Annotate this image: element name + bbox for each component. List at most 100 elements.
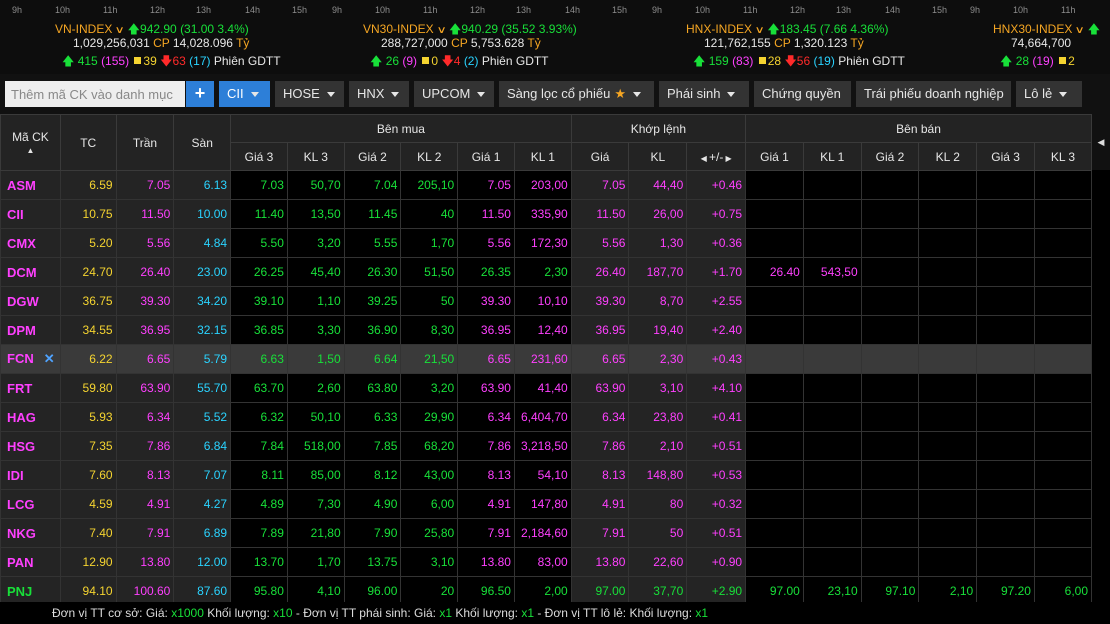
cell-buy-price[interactable]: 6.34 bbox=[457, 402, 515, 432]
cell-buy-price[interactable]: 5.55 bbox=[343, 228, 402, 258]
table-row[interactable]: CII 10.75 11.50 10.00 11.40 13,50 11.45 40 11.50… bbox=[0, 199, 1093, 229]
cell-buy-price[interactable]: 13.70 bbox=[230, 547, 288, 577]
table-row[interactable]: LCG 4.59 4.91 4.27 4.89 7,30 4.90 6,00 4.91 147,8… bbox=[0, 489, 1093, 519]
cell-sell-price[interactable] bbox=[976, 228, 1035, 258]
cell-buy-price[interactable]: 7.03 bbox=[230, 170, 288, 200]
table-row[interactable]: IDI 7.60 8.13 7.07 8.11 85,00 8.12 43,00 8.13 54,… bbox=[0, 460, 1093, 490]
cell-sell-price[interactable] bbox=[860, 286, 920, 316]
cell-sell-price[interactable] bbox=[860, 547, 920, 577]
table-row[interactable]: HSG 7.35 7.86 6.84 7.84 518,00 7.85 68,20 7.86 3,… bbox=[0, 431, 1093, 461]
session-label[interactable]: Phiên GDTT bbox=[482, 54, 549, 68]
cell-buy-price[interactable]: 7.04 bbox=[343, 170, 402, 200]
table-row[interactable]: CMX 5.20 5.56 4.84 5.50 3,20 5.55 1,70 5.56 172,3… bbox=[0, 228, 1093, 258]
col-symbol[interactable]: Mã CK ▲ bbox=[0, 114, 61, 171]
table-row[interactable]: DGW 36.75 39.30 34.20 39.10 1,10 39.25 50 39.30 1… bbox=[0, 286, 1093, 316]
tab-phái-sinh[interactable]: Phái sinh bbox=[659, 81, 749, 107]
cell-sell-price[interactable] bbox=[860, 228, 920, 258]
cell-symbol[interactable]: LCG bbox=[0, 489, 61, 519]
cell-sell-price[interactable] bbox=[860, 431, 920, 461]
index-panel-vn-index[interactable]: 9h 10h 11h 12h 13h 14h 15h VN-INDEX ∨ 🡅942.90 (31… bbox=[0, 0, 320, 74]
cell-symbol[interactable]: CMX bbox=[0, 228, 61, 258]
table-row[interactable]: HAG 5.93 6.34 5.52 6.32 50,10 6.33 29,90 6.34 6,4… bbox=[0, 402, 1093, 432]
cell-buy-price[interactable]: 5.56 bbox=[457, 228, 515, 258]
cell-buy-price[interactable]: 6.33 bbox=[343, 402, 402, 432]
cell-sell-price[interactable] bbox=[860, 518, 920, 548]
cell-buy-price[interactable]: 4.91 bbox=[457, 489, 515, 519]
cell-buy-price[interactable]: 5.50 bbox=[230, 228, 288, 258]
cell-buy-price[interactable]: 39.25 bbox=[343, 286, 402, 316]
cell-symbol[interactable]: ASM bbox=[0, 170, 61, 200]
cell-sell-price[interactable] bbox=[745, 518, 804, 548]
cell-symbol[interactable]: FRT bbox=[0, 373, 61, 403]
table-row[interactable]: FCN ✕ 6.22 6.65 5.79 6.63 1,50 6.64 21,50 6.65 231… bbox=[0, 344, 1093, 374]
cell-buy-price[interactable]: 7.86 bbox=[457, 431, 515, 461]
cell-buy-price[interactable]: 39.30 bbox=[457, 286, 515, 316]
table-row[interactable]: FRT 59.80 63.90 55.70 63.70 2,60 63.80 3,20 63.9… bbox=[0, 373, 1093, 403]
cell-buy-price[interactable]: 13.80 bbox=[457, 547, 515, 577]
cell-buy-price[interactable]: 26.35 bbox=[457, 257, 515, 287]
cell-sell-price[interactable] bbox=[976, 518, 1035, 548]
cell-symbol[interactable]: CII bbox=[0, 199, 61, 229]
add-button[interactable]: + bbox=[186, 81, 214, 107]
cell-sell-price[interactable] bbox=[745, 199, 804, 229]
cell-sell-price[interactable] bbox=[976, 431, 1035, 461]
cell-sell-price[interactable]: 26.40 bbox=[745, 257, 804, 287]
chevron-down-icon[interactable]: ∨ bbox=[436, 25, 446, 36]
cell-buy-price[interactable]: 36.85 bbox=[230, 315, 288, 345]
cell-sell-price[interactable] bbox=[745, 344, 804, 374]
tab-hose[interactable]: HOSE bbox=[275, 81, 344, 107]
cell-sell-price[interactable] bbox=[745, 315, 804, 345]
cell-sell-price[interactable] bbox=[745, 170, 804, 200]
table-row[interactable]: ASM 6.59 7.05 6.13 7.03 50,70 7.04 205,10 7.05 20… bbox=[0, 170, 1093, 200]
cell-sell-price[interactable] bbox=[745, 228, 804, 258]
chevron-down-icon[interactable]: ∨ bbox=[115, 25, 125, 36]
cell-sell-price[interactable] bbox=[976, 402, 1035, 432]
tab-sàng-lọc-cổ-phiếu[interactable]: Sàng lọc cổ phiếu ★ bbox=[499, 81, 654, 107]
cell-sell-price[interactable] bbox=[860, 199, 920, 229]
cell-sell-price[interactable] bbox=[976, 199, 1035, 229]
search-input[interactable] bbox=[5, 81, 185, 107]
col-match-change[interactable]: ◀ +/- ▶ bbox=[686, 142, 747, 171]
cell-sell-price[interactable] bbox=[976, 344, 1035, 374]
cell-buy-price[interactable]: 26.30 bbox=[343, 257, 402, 287]
cell-sell-price[interactable] bbox=[976, 547, 1035, 577]
cell-sell-price[interactable] bbox=[860, 373, 920, 403]
cell-buy-price[interactable]: 7.91 bbox=[457, 518, 515, 548]
cell-buy-price[interactable]: 6.65 bbox=[457, 344, 515, 374]
cell-sell-price[interactable] bbox=[745, 373, 804, 403]
cell-sell-price[interactable] bbox=[860, 257, 920, 287]
cell-sell-price[interactable] bbox=[976, 489, 1035, 519]
cell-sell-price[interactable] bbox=[860, 489, 920, 519]
cell-buy-price[interactable]: 8.12 bbox=[343, 460, 402, 490]
cell-symbol[interactable]: DGW bbox=[0, 286, 61, 316]
cell-sell-price[interactable] bbox=[745, 547, 804, 577]
cell-sell-price[interactable] bbox=[976, 257, 1035, 287]
tab-cii[interactable]: CII bbox=[219, 81, 270, 107]
session-label[interactable]: Phiên GDTT bbox=[214, 54, 281, 68]
caret-left-icon[interactable]: ◀ bbox=[701, 154, 709, 163]
cell-sell-price[interactable] bbox=[976, 315, 1035, 345]
cell-sell-price[interactable] bbox=[745, 286, 804, 316]
cell-buy-price[interactable]: 63.80 bbox=[343, 373, 402, 403]
cell-buy-price[interactable]: 26.25 bbox=[230, 257, 288, 287]
index-panel-vn30-index[interactable]: 9h 10h 11h 12h 13h 14h 15h VN30-INDEX ∨ 🡅940.29 (… bbox=[320, 0, 640, 74]
cell-buy-price[interactable]: 8.11 bbox=[230, 460, 288, 490]
cell-symbol[interactable]: HSG bbox=[0, 431, 61, 461]
cell-buy-price[interactable]: 63.90 bbox=[457, 373, 515, 403]
tab-hnx[interactable]: HNX bbox=[349, 81, 409, 107]
cell-buy-price[interactable]: 63.70 bbox=[230, 373, 288, 403]
cell-symbol[interactable]: NKG bbox=[0, 518, 61, 548]
cell-buy-price[interactable]: 7.85 bbox=[343, 431, 402, 461]
cell-sell-price[interactable] bbox=[860, 170, 920, 200]
cell-symbol[interactable]: FCN ✕ bbox=[0, 344, 61, 374]
cell-symbol[interactable]: PAN bbox=[0, 547, 61, 577]
cell-symbol[interactable]: HAG bbox=[0, 402, 61, 432]
cell-buy-price[interactable]: 6.63 bbox=[230, 344, 288, 374]
cell-buy-price[interactable]: 7.89 bbox=[230, 518, 288, 548]
session-label[interactable]: Phiên GDTT bbox=[838, 54, 905, 68]
cell-symbol[interactable]: DPM bbox=[0, 315, 61, 345]
remove-icon[interactable]: ✕ bbox=[44, 351, 55, 366]
index-panel-hnx30-index[interactable]: 9h 10h 11h HNX30-INDEX ∨ 🡅 74,664,700 🡅 28 (1… bbox=[958, 0, 1110, 74]
table-row[interactable]: PAN 12.90 13.80 12.00 13.70 1,70 13.75 3,10 13.8… bbox=[0, 547, 1093, 577]
cell-sell-price[interactable] bbox=[860, 315, 920, 345]
